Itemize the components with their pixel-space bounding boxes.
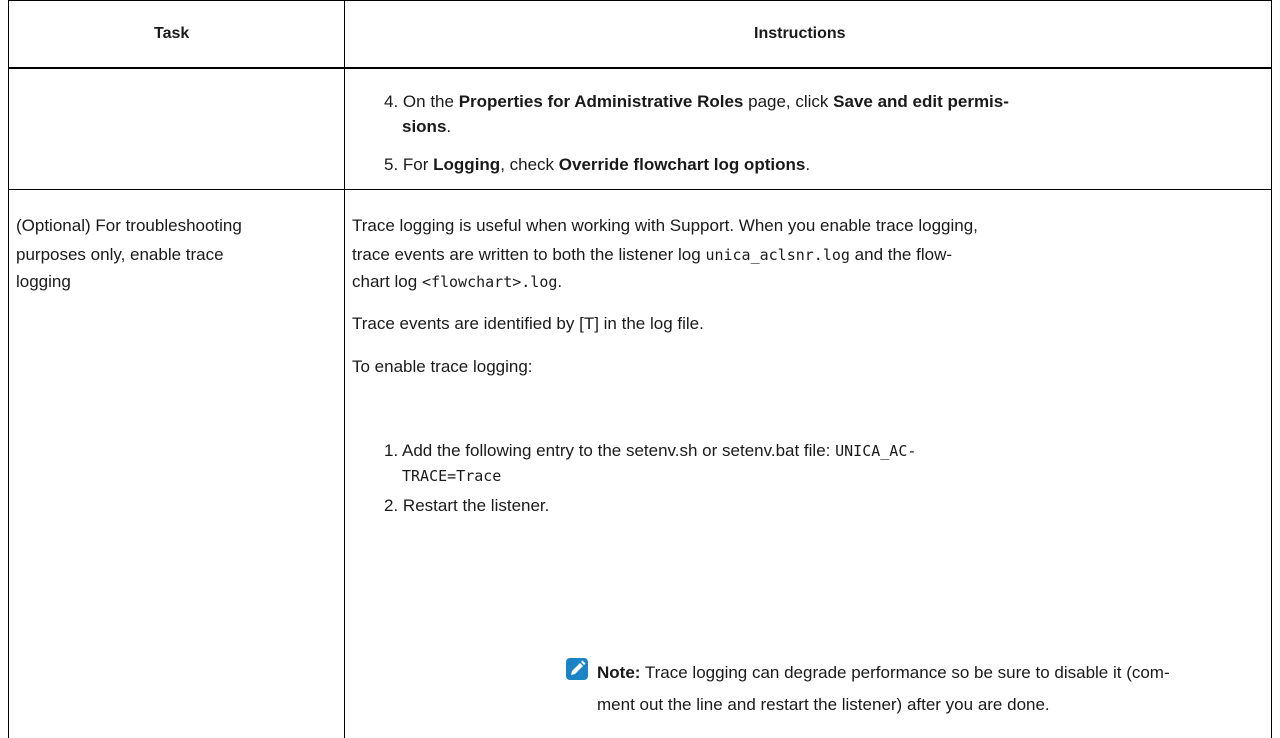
step-4-line-1: 4. On the Properties for Administrative … xyxy=(384,92,1009,111)
paragraph-1-line-1: Trace logging is useful when working wit… xyxy=(352,216,978,235)
step-number: 5. xyxy=(384,155,399,174)
header-divider xyxy=(8,67,1272,69)
table-column-divider xyxy=(344,0,345,738)
table-border-left xyxy=(8,0,9,738)
step-number: 2. xyxy=(384,496,399,515)
code-env-var: UNICA_AC- xyxy=(835,442,917,460)
step-5: 5. For Logging, check Override flowchart… xyxy=(384,155,811,174)
paragraph-1-line-2: trace events are written to both the lis… xyxy=(352,245,953,264)
header-instructions: Instructions xyxy=(754,25,846,42)
table-border-top xyxy=(8,0,1272,1)
task-line-1: (Optional) For troubleshooting xyxy=(16,216,242,235)
header-task: Task xyxy=(154,25,190,42)
step-number: 4. xyxy=(384,92,399,111)
pencil-icon xyxy=(566,658,588,680)
code-listener-log: unica_aclsnr.log xyxy=(705,246,850,264)
step-2: 2. Restart the listener. xyxy=(384,496,550,515)
row-divider xyxy=(8,189,1272,190)
instructions-table: Task Instructions 4. On the Properties f… xyxy=(0,0,1280,738)
paragraph-3: To enable trace logging: xyxy=(352,357,533,376)
paragraph-2: Trace events are identified by [T] in th… xyxy=(352,314,704,333)
code-flowchart-log: <flowchart>.log xyxy=(421,273,558,291)
paragraph-1-line-3: chart log <flowchart>.log. xyxy=(352,272,563,291)
step-number: 1. xyxy=(384,441,399,460)
task-line-2: purposes only, enable trace xyxy=(16,245,224,264)
note-line-1: Note: Trace logging can degrade performa… xyxy=(597,663,1170,682)
step-4-line-2: sions. xyxy=(402,117,452,136)
note-line-2: ment out the line and restart the listen… xyxy=(597,695,1050,714)
note-label: Note: xyxy=(597,663,641,682)
step-1-line-1: 1. Add the following entry to the setenv… xyxy=(384,441,917,460)
task-line-3: logging xyxy=(16,272,71,291)
step-1-line-2: TRACE=Trace xyxy=(402,467,502,485)
table-border-right xyxy=(1271,0,1272,738)
